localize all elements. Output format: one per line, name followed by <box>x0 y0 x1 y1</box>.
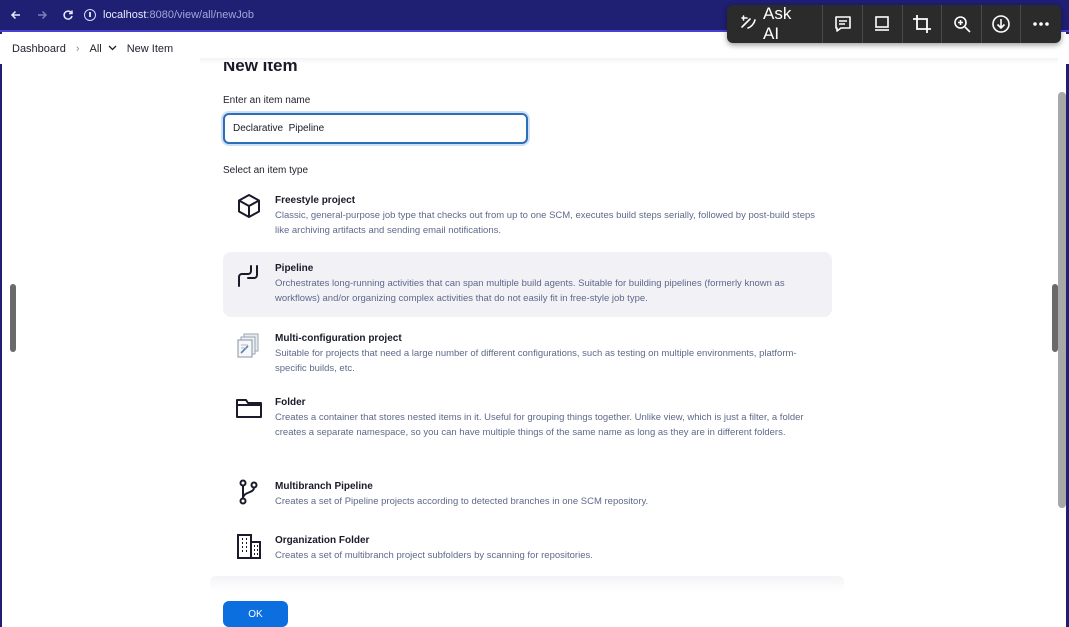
zoom-in-icon[interactable] <box>942 5 982 43</box>
reload-icon[interactable] <box>56 3 80 27</box>
ask-ai-label: Ask AI <box>763 4 792 43</box>
item-type-description: Orchestrates long-running activities tha… <box>275 278 785 304</box>
organization-icon <box>235 532 263 560</box>
header-shadow <box>200 58 1058 64</box>
chevron-down-icon[interactable] <box>108 43 117 55</box>
freestyle-icon <box>235 192 263 220</box>
url-path: :8080/view/all/newJob <box>146 8 255 21</box>
download-icon[interactable] <box>982 5 1022 43</box>
footer-fade <box>210 576 844 592</box>
url-host: localhost <box>103 8 147 21</box>
back-icon[interactable] <box>4 3 28 27</box>
page-scrollbar-thumb[interactable] <box>1052 284 1058 352</box>
item-type-description: Creates a container that stores nested i… <box>275 412 804 438</box>
breadcrumb-dashboard[interactable]: Dashboard <box>12 43 66 55</box>
folder-icon <box>235 394 263 422</box>
item-type-name: Pipeline <box>275 263 314 274</box>
item-type-multi-configuration[interactable]: Multi-configuration project Suitable for… <box>223 322 832 380</box>
item-type-description: Classic, general-purpose job type that c… <box>275 210 816 236</box>
ask-ai-button[interactable]: Ask AI <box>727 4 824 43</box>
item-type-name: Freestyle project <box>275 195 356 206</box>
item-type-description: Suitable for projects that need a large … <box>275 348 797 374</box>
item-type-name: Multibranch Pipeline <box>275 481 373 492</box>
summary-icon[interactable] <box>863 5 903 43</box>
page-scrollbar-track[interactable] <box>1058 92 1066 508</box>
breadcrumb-new-item[interactable]: New Item <box>127 43 173 55</box>
left-scroll-handle[interactable] <box>10 284 16 352</box>
item-type-multibranch-pipeline[interactable]: Multibranch Pipeline Creates a set of Pi… <box>223 476 832 518</box>
branch-icon <box>235 478 263 506</box>
pipeline-icon <box>235 262 263 290</box>
crop-icon[interactable] <box>903 5 943 43</box>
item-type-name: Multi-configuration project <box>275 333 402 344</box>
multi-config-icon <box>235 331 263 359</box>
item-name-label: Enter an item name <box>223 95 311 106</box>
site-info-icon[interactable] <box>84 8 96 21</box>
more-options-icon[interactable] <box>1021 5 1061 43</box>
ok-button[interactable]: OK <box>223 601 288 627</box>
item-type-description: Creates a set of Pipeline projects accor… <box>275 496 649 507</box>
item-type-description: Creates a set of multibranch project sub… <box>275 550 593 561</box>
ai-sparkle-icon <box>739 12 759 37</box>
item-type-folder[interactable]: Folder Creates a container that stores n… <box>223 390 832 460</box>
forward-icon[interactable] <box>30 3 54 27</box>
breadcrumb-all[interactable]: All <box>90 43 102 55</box>
item-type-name: Folder <box>275 397 306 408</box>
item-type-label: Select an item type <box>223 165 309 176</box>
item-type-name: Organization Folder <box>275 535 370 546</box>
breadcrumb-separator-icon: › <box>75 43 80 55</box>
item-type-freestyle[interactable]: Freestyle project Classic, general-purpo… <box>223 184 832 242</box>
address-bar[interactable]: localhost:8080/view/all/newJob <box>84 4 254 25</box>
item-name-input[interactable] <box>223 113 528 144</box>
item-type-organization-folder[interactable]: Organization Folder Creates a set of mul… <box>223 530 832 572</box>
comment-icon[interactable] <box>823 5 864 43</box>
ask-ai-toolbar: Ask AI <box>727 4 1061 43</box>
window-border-left <box>0 32 2 627</box>
item-type-pipeline[interactable]: Pipeline Orchestrates long-running activ… <box>223 252 832 317</box>
